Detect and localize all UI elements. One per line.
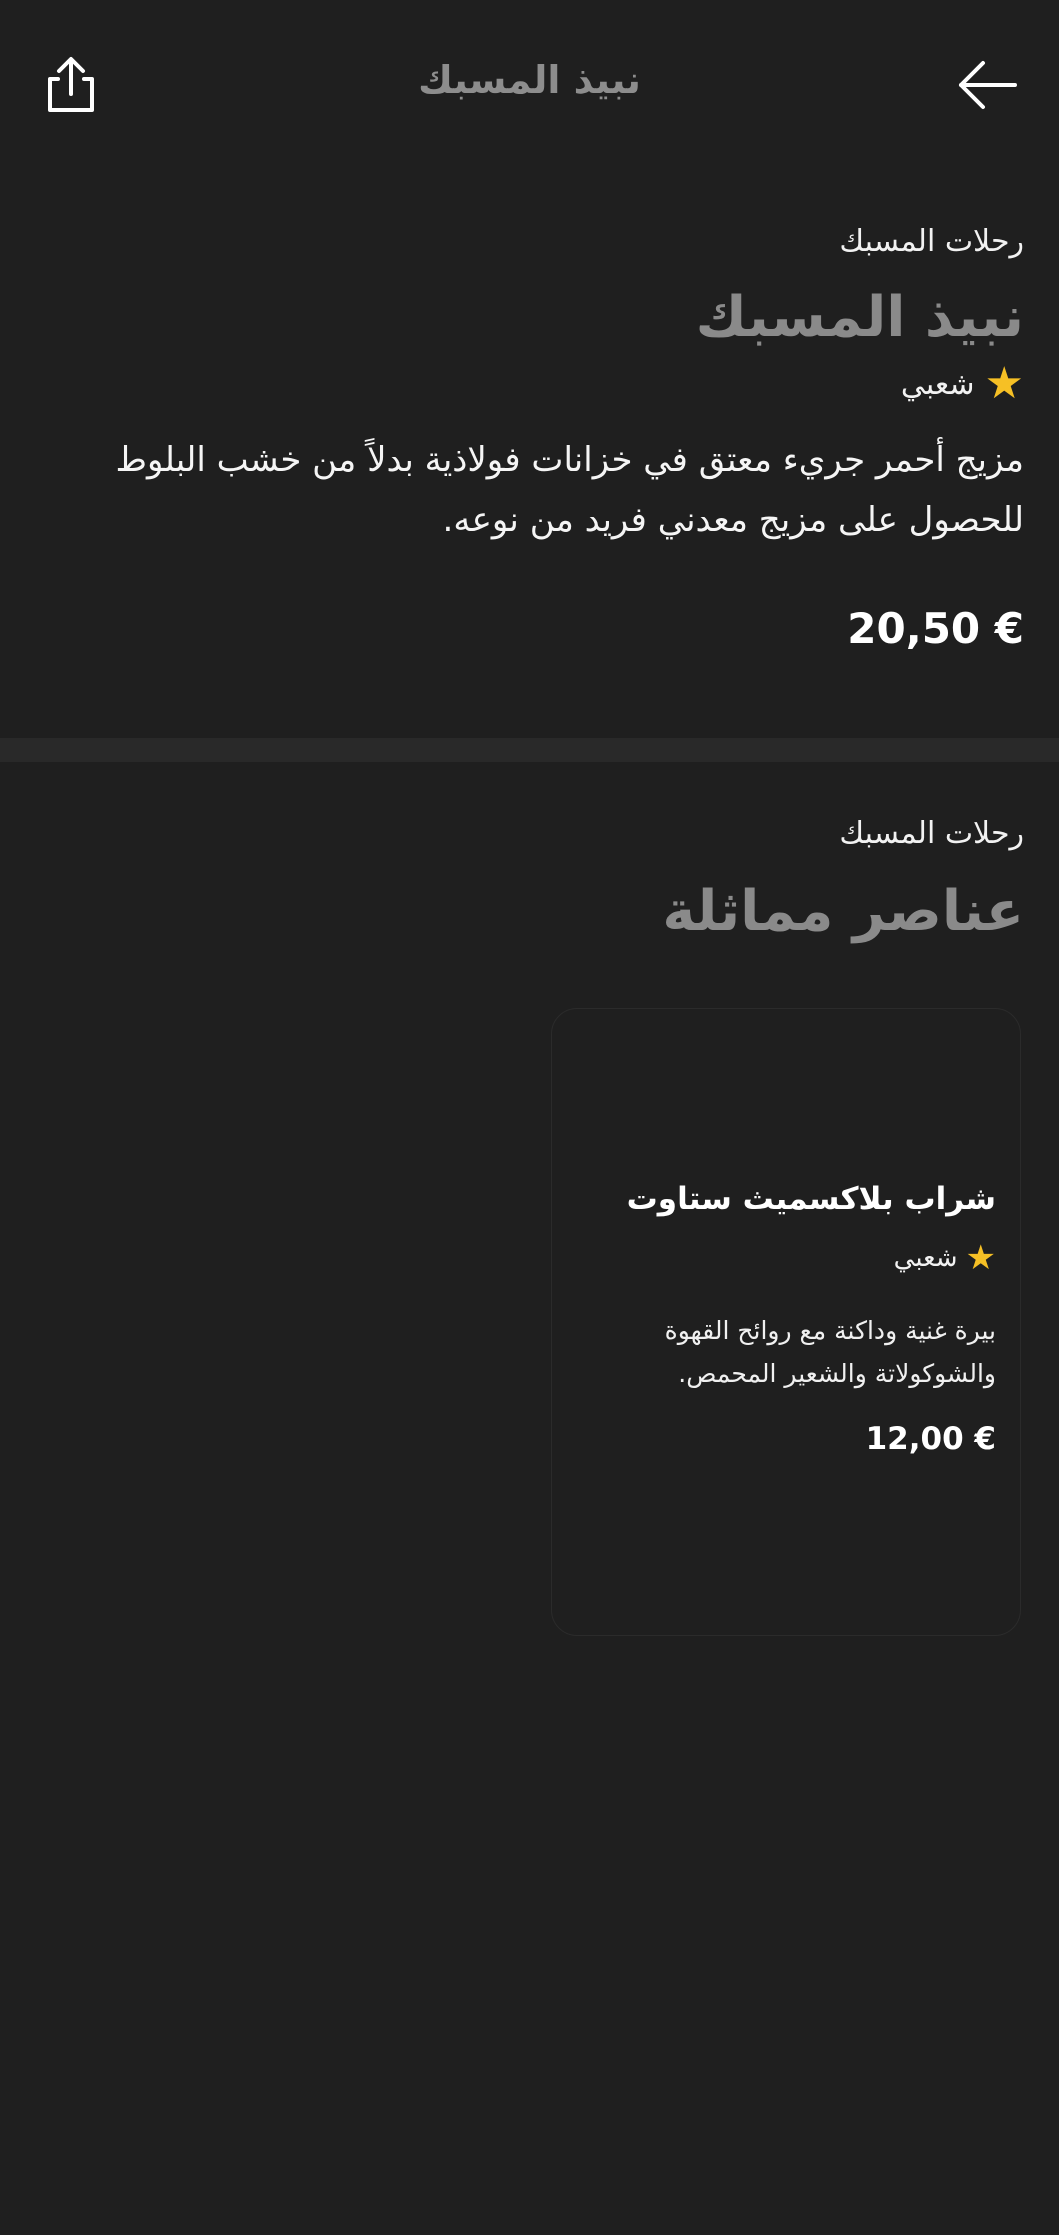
star-icon: ★ <box>984 358 1024 409</box>
similar-item-price: 12,00 € <box>865 1421 996 1457</box>
product-name: نبيذ المسبك <box>695 285 1024 350</box>
similar-item-description: بيرة غنية وداكنة مع روائح القهوة والشوكو… <box>664 1316 996 1388</box>
product-category: رحلات المسبك <box>839 224 1024 259</box>
section-divider <box>0 738 1059 762</box>
similar-item-card[interactable]: شراب بلاكسميث ستاوت ★ شعبي بيرة غنية ودا… <box>551 1008 1021 1636</box>
arrow-back-icon <box>959 61 1017 109</box>
rating-label: شعبي <box>900 366 975 402</box>
product-price: 20,50 € <box>847 604 1024 653</box>
product-description: مزيج أحمر جريء معتق في خزانات فولاذية بد… <box>115 440 1025 540</box>
product-rating: ★ شعبي <box>35 362 1024 406</box>
star-icon: ★ <box>965 1238 996 1278</box>
top-bar: نبيذ المسبك <box>0 0 1059 170</box>
similar-items-section: رحلات المسبك عناصر مماثلة شراب بلاكسميث … <box>0 762 1059 2235</box>
page-title: نبيذ المسبك <box>418 58 641 102</box>
similar-item-name: شراب بلاكسميث ستاوت <box>626 1181 996 1217</box>
product-details: رحلات المسبك نبيذ المسبك ★ شعبي مزيج أحم… <box>0 170 1059 738</box>
similar-title: عناصر مماثلة <box>662 879 1024 944</box>
similar-category: رحلات المسبك <box>839 816 1024 851</box>
back-button[interactable] <box>955 52 1021 118</box>
similar-item-rating: ★ شعبي <box>894 1241 996 1275</box>
rating-label: شعبي <box>893 1243 958 1273</box>
